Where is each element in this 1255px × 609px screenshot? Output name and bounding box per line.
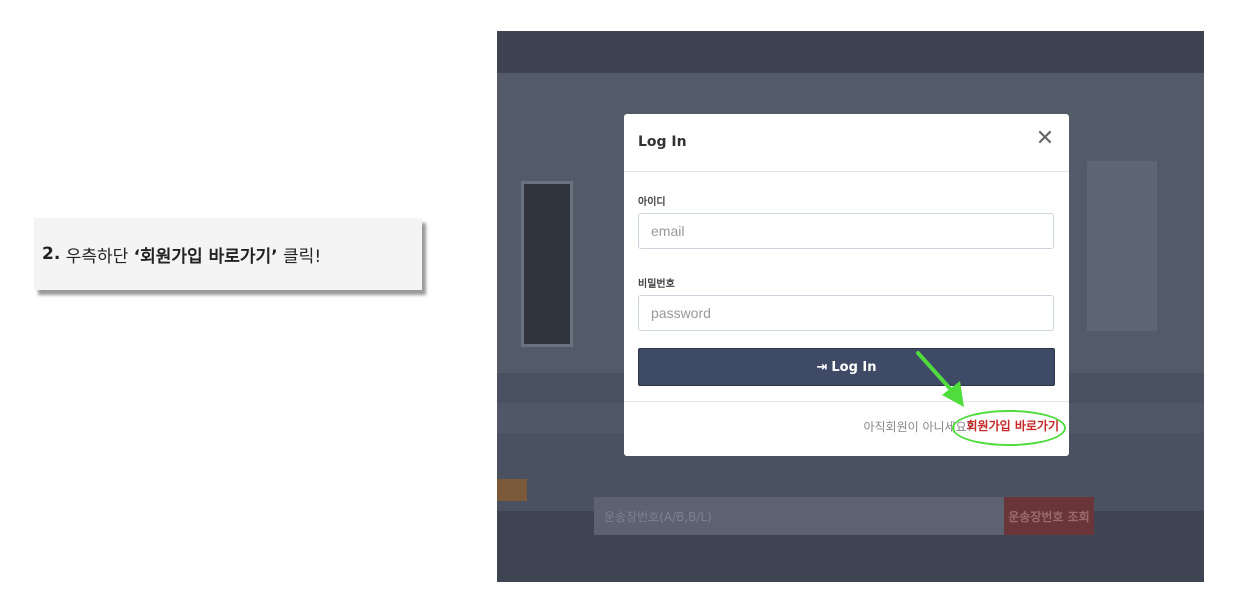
instruction-target: ‘회원가입 바로가기’ xyxy=(133,246,278,267)
password-label: 비밀번호 xyxy=(638,279,675,290)
password-field[interactable] xyxy=(638,295,1054,331)
id-label: 아이디 xyxy=(638,197,666,208)
tracking-search-input[interactable]: 운송장번호(A/B,B/L) xyxy=(594,497,1004,535)
instruction-suffix: 클릭! xyxy=(283,246,322,267)
highlight-ring xyxy=(952,410,1066,446)
background-window xyxy=(1087,161,1157,331)
background-header xyxy=(497,31,1204,73)
background-accent xyxy=(497,479,527,501)
background-window xyxy=(521,181,573,347)
tracking-search-button[interactable]: 운송장번호 조회 xyxy=(1004,497,1094,535)
login-button-label: Log In xyxy=(831,359,877,375)
modal-header: Log In ✕ xyxy=(624,114,1069,172)
website-screenshot: 운송장번호(A/B,B/L) 운송장번호 조회 Log In ✕ 아이디 비밀번… xyxy=(497,31,1204,582)
login-button[interactable]: ⇥ Log In xyxy=(638,348,1055,386)
instruction-callout: 2. 우측하단 ‘회원가입 바로가기’ 클릭! xyxy=(34,218,422,290)
close-icon[interactable]: ✕ xyxy=(1035,128,1055,150)
login-modal: Log In ✕ 아이디 비밀번호 ⇥ Log In 아직회원이 아니세요? 회… xyxy=(624,114,1069,456)
login-icon: ⇥ xyxy=(816,359,828,375)
modal-title: Log In xyxy=(638,134,687,150)
step-number: 2. xyxy=(42,244,61,264)
pointer-arrow-icon xyxy=(916,351,964,407)
email-field[interactable] xyxy=(638,213,1054,249)
instruction-prefix: 우측하단 xyxy=(65,246,129,267)
